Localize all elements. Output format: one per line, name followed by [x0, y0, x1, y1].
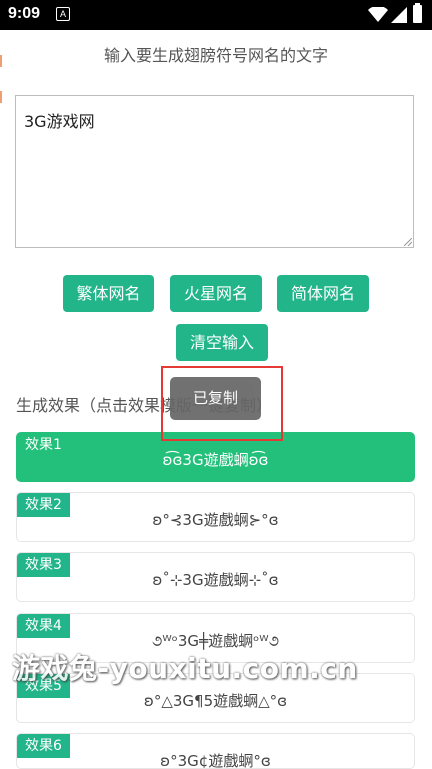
effect-name: ʚ°⊰3G遊戲蛧⊱°ɞ [152, 511, 279, 529]
traditional-name-button[interactable]: 繁体网名 [63, 275, 154, 312]
simplified-name-button[interactable]: 简体网名 [277, 275, 369, 312]
effect-name: ʚ°3G¢遊戲蛧°ɞ [160, 752, 271, 769]
martian-name-button[interactable]: 火星网名 [170, 275, 262, 312]
name-text-input[interactable]: 3G游戏网 [15, 95, 414, 248]
effect-item-2[interactable]: 效果2 ʚ°⊰3G遊戲蛧⊱°ɞ [16, 492, 415, 542]
effect-name: ʚ͡ɞ3G遊戲蛧ʚ͡ɞ [162, 451, 269, 469]
input-prompt: 输入要生成翅膀符号网名的文字 [103, 46, 328, 65]
watermark: 游戏兔-youxitu.com.cn [12, 652, 358, 685]
edge-marks [0, 55, 2, 130]
effect-name: ʚ˚⊹3G遊戲蛧⊹˚ɞ [152, 571, 279, 589]
wifi-icon [368, 7, 388, 22]
battery-icon [413, 3, 422, 23]
effect-item-1[interactable]: 效果1 ʚ͡ɞ3G遊戲蛧ʚ͡ɞ [16, 432, 415, 482]
status-bar: 9:09 A [0, 0, 432, 30]
signal-icon [391, 7, 407, 23]
copied-toast: 已复制 [170, 377, 261, 420]
resize-grip-icon[interactable] [404, 238, 412, 246]
effect-item-6[interactable]: 效果6 ʚ°3G¢遊戲蛧°ɞ [16, 733, 415, 769]
status-time: 9:09 [8, 5, 41, 22]
clear-input-button[interactable]: 清空输入 [176, 324, 268, 361]
effect-name: ʚ°△3G¶5遊戲蛧△°ɞ [143, 692, 288, 710]
notification-icon: A [56, 7, 70, 21]
effect-item-3[interactable]: 效果3 ʚ˚⊹3G遊戲蛧⊹˚ɞ [16, 552, 415, 602]
